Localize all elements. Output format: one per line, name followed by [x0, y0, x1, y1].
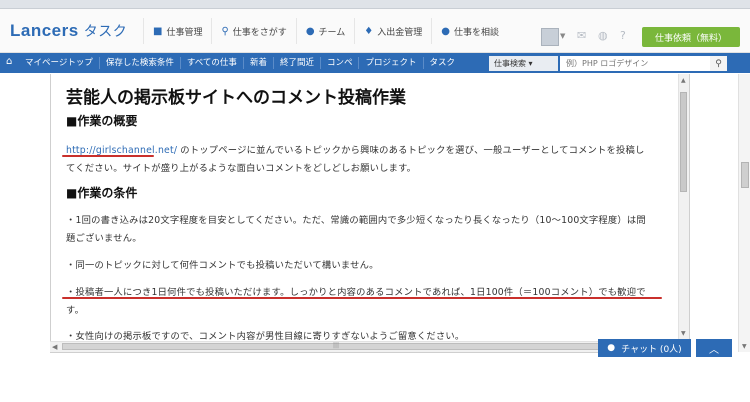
nav-label: 仕事をさがす [232, 27, 287, 38]
page-scroll-down-icon[interactable]: ▼ [742, 343, 747, 350]
subnav-all-jobs[interactable]: すべての仕事 [181, 57, 244, 69]
person-icon: ● [607, 343, 616, 353]
condition-3-line-1: ・投稿者一人につき1日何件でも投稿いただけます。しっかりと内容のあるコメントであ… [66, 287, 646, 298]
nav-label: 仕事管理 [166, 27, 203, 38]
scroll-up-arrow-icon[interactable]: ▲ [681, 77, 686, 84]
home-icon[interactable]: ⌂ [6, 56, 12, 67]
scrollbar-grip-icon: ||| [333, 342, 340, 349]
logo-main-text: Lancers [10, 21, 79, 40]
condition-3-line-2: す。 [66, 305, 85, 316]
panel-horizontal-scrollbar[interactable]: ◀ ||| ▶ [50, 341, 678, 352]
nav-consult[interactable]: ● 仕事を相談 [431, 18, 508, 44]
nav-payments[interactable]: ♦ 入出金管理 [354, 18, 431, 44]
search-icon: ⚲ [221, 25, 229, 37]
header-nav: ■ 仕事管理 ⚲ 仕事をさがす ● チーム ♦ 入出金管理 ● 仕事を相談 [143, 18, 508, 50]
section-heading-conditions: ■作業の条件 [66, 186, 138, 200]
subnav-project[interactable]: プロジェクト [359, 57, 424, 69]
scrollbar-thumb[interactable] [680, 92, 687, 192]
search-type-select[interactable]: 仕事検索 ▾ [489, 56, 558, 71]
scroll-left-arrow-icon[interactable]: ◀ [52, 343, 57, 351]
search-input[interactable] [560, 56, 710, 71]
browser-top-edge [0, 0, 750, 9]
lancers-logo[interactable]: Lancers タスク [10, 21, 127, 41]
post-job-button[interactable]: 仕事依頼（無料） [642, 27, 740, 47]
search-icon: ⚲ [715, 58, 722, 69]
subnav-task[interactable]: タスク [424, 57, 462, 69]
mail-icon[interactable]: ✉ [577, 29, 586, 42]
globe-icon[interactable]: ◍ [598, 29, 608, 42]
chevron-up-icon: ︿ [709, 344, 719, 356]
chevron-down-icon[interactable]: ▼ [560, 32, 565, 40]
overview-line-2: てください。サイトが盛り上がるような面白いコメントをどしどしお願いします。 [66, 163, 417, 174]
chat-label: チャット (0人) [621, 344, 682, 355]
chat-expand-button[interactable]: ︿ [696, 339, 732, 357]
nav-team[interactable]: ● チーム [295, 18, 354, 44]
briefcase-icon: ■ [153, 25, 163, 37]
section-heading-overview: ■作業の概要 [66, 114, 138, 128]
subnav-saved-search[interactable]: 保存した検索条件 [100, 57, 181, 69]
condition-2: ・同一のトピックに対して何件コメントでも投稿いただいて構いません。 [66, 260, 379, 271]
condition-3-underline-annotation [62, 297, 662, 299]
nav-label: チーム [318, 27, 346, 38]
subnav-ending-soon[interactable]: 終了間近 [274, 57, 321, 69]
page-title: 芸能人の掲示板サイトへのコメント投稿作業 [66, 88, 406, 108]
chat-button[interactable]: ● チャット (0人) [598, 339, 691, 357]
sub-nav-links: マイページトップ 保存した検索条件 すべての仕事 新着 終了間近 コンペ プロジ… [19, 53, 461, 73]
link-underline-annotation [62, 155, 154, 157]
subnav-compe[interactable]: コンペ [321, 57, 360, 69]
condition-4: ・女性向けの掲示板ですので、コメント内容が男性目線に寄りすぎないようご留意くださ… [66, 331, 465, 342]
site-header: Lancers タスク ■ 仕事管理 ⚲ 仕事をさがす ● チーム ♦ 入出金管理 ● 仕事… [0, 9, 750, 53]
condition-1-line-1: ・1回の書き込みは20文字程度を目安としてください。ただ、常識の範囲内で多少短く… [66, 215, 646, 226]
subnav-mypage-top[interactable]: マイページトップ [19, 57, 100, 69]
help-icon[interactable]: ? [620, 29, 626, 42]
nav-label: 入出金管理 [377, 27, 423, 38]
overview-text: のトップページに並んでいるトピックから興味のあるトピックを選び、一般ユーザーとし… [177, 145, 645, 156]
page-scrollbar-thumb[interactable] [741, 162, 749, 188]
nav-label: 仕事を相談 [454, 27, 500, 38]
nav-find-work[interactable]: ⚲ 仕事をさがす [211, 18, 295, 44]
scroll-down-arrow-icon[interactable]: ▼ [681, 330, 686, 337]
user-avatar[interactable] [541, 28, 559, 46]
panel-vertical-scrollbar[interactable]: ▲ ▼ [678, 74, 689, 340]
page-vertical-scrollbar[interactable]: ▼ [738, 74, 750, 352]
search-button[interactable]: ⚲ [710, 56, 727, 71]
logo-sub-text: タスク [83, 23, 128, 39]
nav-work-management[interactable]: ■ 仕事管理 [143, 18, 211, 44]
condition-1-line-2: 題ございません。 [66, 233, 142, 244]
money-bag-icon: ♦ [364, 25, 374, 37]
subnav-new[interactable]: 新着 [244, 57, 274, 69]
chat-bubble-icon: ● [441, 25, 450, 37]
team-icon: ● [305, 25, 315, 37]
overview-line-1: http://girlschannel.net/ のトップページに並んでいるトピ… [66, 142, 645, 156]
